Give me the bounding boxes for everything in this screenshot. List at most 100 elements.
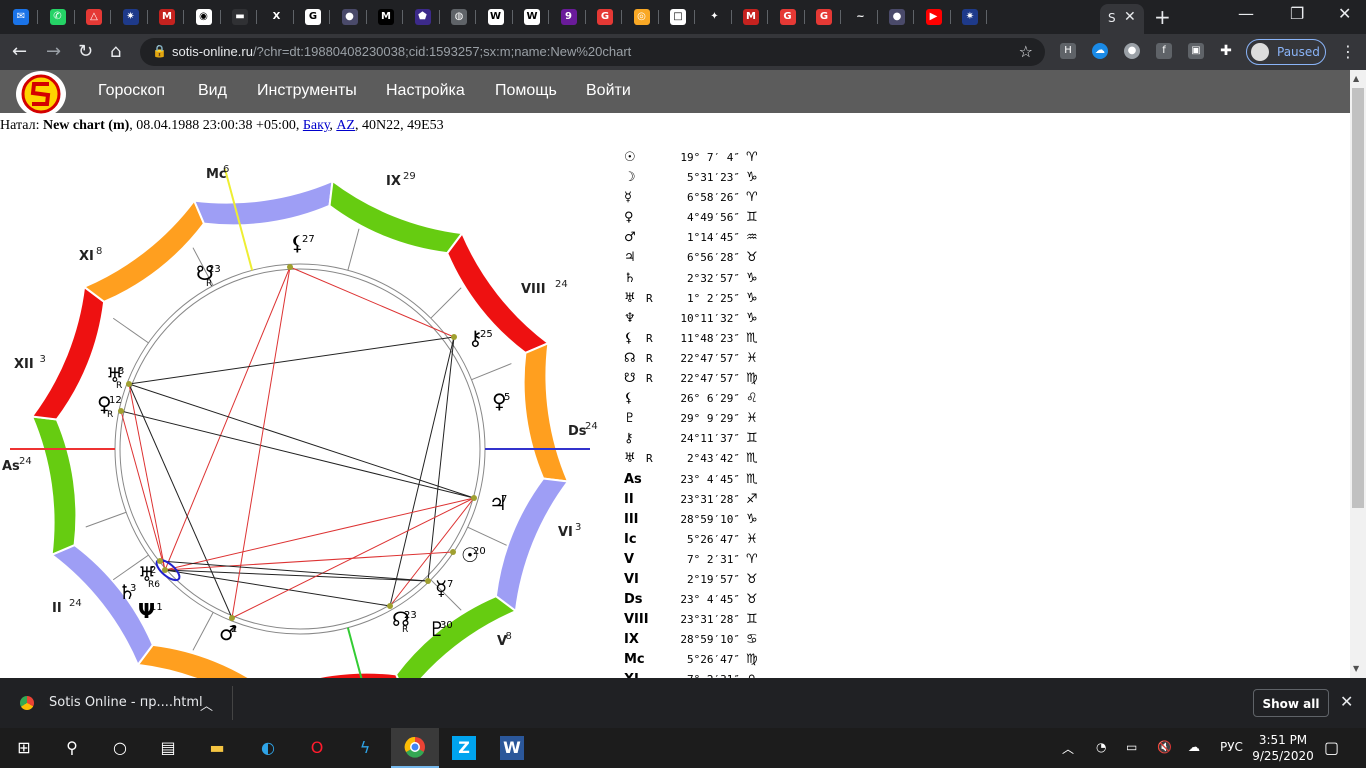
browser-tab[interactable]: ◍ [446, 6, 476, 28]
volume-muted-icon[interactable]: 🔇 [1157, 740, 1172, 754]
extension-h-icon[interactable]: H [1060, 43, 1076, 59]
browser-tab[interactable]: ~ [848, 6, 878, 28]
active-tab[interactable]: S ✕ [1100, 4, 1144, 34]
nav-view[interactable]: Вид [198, 82, 227, 100]
zodiac-sign: ♋ [746, 632, 758, 648]
home-button[interactable]: ⌂ [110, 41, 121, 62]
browser-tab[interactable]: ✉ [8, 6, 38, 28]
x-icon: X [268, 9, 285, 25]
show-all-button[interactable]: Show all [1253, 689, 1329, 717]
retrograde-mark: R6 [148, 580, 160, 590]
restore-button[interactable]: ❐ [1290, 4, 1304, 23]
profile-button[interactable]: Paused [1246, 39, 1326, 65]
nav-login[interactable]: Войти [586, 82, 631, 100]
browser-tab[interactable]: ▬ [227, 6, 257, 28]
scroll-up-icon[interactable]: ▲ [1353, 74, 1359, 83]
back-button[interactable]: ← [12, 41, 27, 62]
wifi-icon[interactable]: ◔ [1096, 740, 1106, 754]
download-item[interactable]: Sotis Online - пр....html ︿ [10, 686, 233, 720]
close-tab-icon[interactable]: ✕ [1124, 9, 1136, 25]
browser-tab[interactable]: X [264, 6, 294, 28]
browser-tab[interactable]: ⬟ [410, 6, 440, 28]
city-link[interactable]: Баку [303, 118, 329, 133]
lock-icon[interactable]: 🔒 [152, 44, 167, 58]
chevron-up-icon[interactable]: ︿ [1062, 740, 1074, 757]
browser-tab[interactable]: G [300, 6, 330, 28]
language-indicator[interactable]: РУС [1220, 740, 1243, 754]
browser-tab[interactable]: ◎ [629, 6, 659, 28]
nav-settings[interactable]: Настройка [386, 82, 465, 100]
word-icon[interactable]: W [500, 736, 524, 760]
app-bolt-icon[interactable]: ϟ [353, 736, 377, 760]
position-degree: 5°26′47″ [687, 532, 740, 546]
edge-icon[interactable]: ◐ [256, 736, 280, 760]
notifications-icon[interactable]: ▢ [1324, 738, 1339, 757]
zoho-icon[interactable]: Z [452, 736, 476, 760]
body-glyph: VI [624, 571, 639, 587]
nav-help[interactable]: Помощь [495, 82, 557, 100]
scroll-thumb[interactable] [1352, 88, 1364, 508]
planet-degree: 2 [231, 624, 237, 635]
extension-facebook-icon[interactable]: f [1156, 43, 1172, 59]
browser-tab[interactable]: W [483, 6, 513, 28]
aspect-line [164, 497, 475, 571]
browser-tab[interactable]: ✦ [702, 6, 732, 28]
browser-tab[interactable]: ✷ [957, 6, 987, 28]
close-window-button[interactable]: ✕ [1338, 4, 1351, 23]
sotis-logo[interactable] [16, 71, 66, 117]
onedrive-icon[interactable]: ☁ [1188, 740, 1200, 754]
browser-tab[interactable]: □ [665, 6, 695, 28]
nav-tools[interactable]: Инструменты [257, 82, 357, 100]
clock[interactable]: 3:51 PM 9/25/2020 [1248, 732, 1318, 764]
chevron-up-icon[interactable]: ︿ [200, 695, 213, 714]
browser-tab[interactable]: G [811, 6, 841, 28]
browser-menu-icon[interactable]: ⋮ [1340, 42, 1356, 61]
task-view-icon[interactable]: ▤ [156, 736, 180, 760]
country-link[interactable]: AZ [336, 118, 355, 133]
forward-button[interactable]: → [46, 41, 61, 62]
cusp-degree: 3 [40, 354, 46, 365]
page-scrollbar[interactable]: ▲ ▼ [1350, 70, 1366, 678]
browser-tab[interactable]: G [775, 6, 805, 28]
tab-separator [146, 10, 148, 24]
opera-icon[interactable]: O [305, 736, 329, 760]
positions-table: ☉ 19° 7′ 4″ ♈ ☽ 5°31′23″ ♑ ☿ 6°58′26″ ♈ ♀ 4°49′56″… [624, 150, 766, 713]
browser-tab[interactable]: ● [884, 6, 914, 28]
tab-separator [110, 10, 111, 24]
position-row: ⚸ R 11°48′23″ ♏ [624, 331, 766, 351]
browser-tab[interactable]: ✷ [118, 6, 148, 28]
minimize-button[interactable]: — [1238, 4, 1254, 23]
bookmark-star-icon[interactable]: ☆ [1019, 42, 1033, 61]
browser-tab[interactable]: ◉ [191, 6, 221, 28]
address-bar[interactable]: 🔒 sotis-online.ru/?chr=dt:19880408230038… [140, 38, 1045, 66]
close-download-bar-icon[interactable]: ✕ [1340, 692, 1353, 711]
battery-icon[interactable]: ▭ [1126, 740, 1137, 754]
extension-cloud-icon[interactable]: ☁ [1092, 43, 1108, 59]
natal-chart-wheel[interactable]: ♈♉♊♋♌♍♎♏♐♑♒♓ ⚸27☋23R⚷25♅3R♀12R♀5♃7☉20☿7☊… [0, 140, 620, 678]
browser-tab[interactable]: ● [337, 6, 367, 28]
browser-tab[interactable]: M [154, 6, 184, 28]
browser-tab[interactable]: △ [81, 6, 111, 28]
cortana-icon[interactable]: ○ [108, 736, 132, 760]
search-icon[interactable]: ⚲ [60, 736, 84, 760]
extensions-puzzle-icon[interactable]: ✚ [1218, 43, 1234, 59]
browser-tab[interactable]: M [738, 6, 768, 28]
browser-tab[interactable]: M [373, 6, 403, 28]
zodiac-sign: ♏ [746, 330, 758, 346]
new-tab-button[interactable]: + [1154, 5, 1171, 29]
extension-screenshot-icon[interactable]: ▣ [1188, 43, 1204, 59]
natal-prefix: Натал: [0, 118, 43, 133]
browser-tab[interactable]: W [519, 6, 549, 28]
browser-tab[interactable]: ✆ [45, 6, 75, 28]
reload-button[interactable]: ↻ [78, 41, 93, 62]
file-explorer-icon[interactable]: ▬ [205, 736, 229, 760]
scroll-down-icon[interactable]: ▼ [1353, 664, 1359, 673]
browser-tab[interactable]: ▶ [921, 6, 951, 28]
chrome-icon[interactable] [403, 736, 427, 760]
zodiac-sign-glyph: ♑ [135, 240, 148, 256]
nav-horoscope[interactable]: Гороскоп [98, 82, 165, 100]
extension-chat-icon[interactable]: ● [1124, 43, 1140, 59]
windows-start-icon[interactable]: ⊞ [12, 736, 36, 760]
browser-tab[interactable]: G [592, 6, 622, 28]
browser-tab[interactable]: 9 [556, 6, 586, 28]
